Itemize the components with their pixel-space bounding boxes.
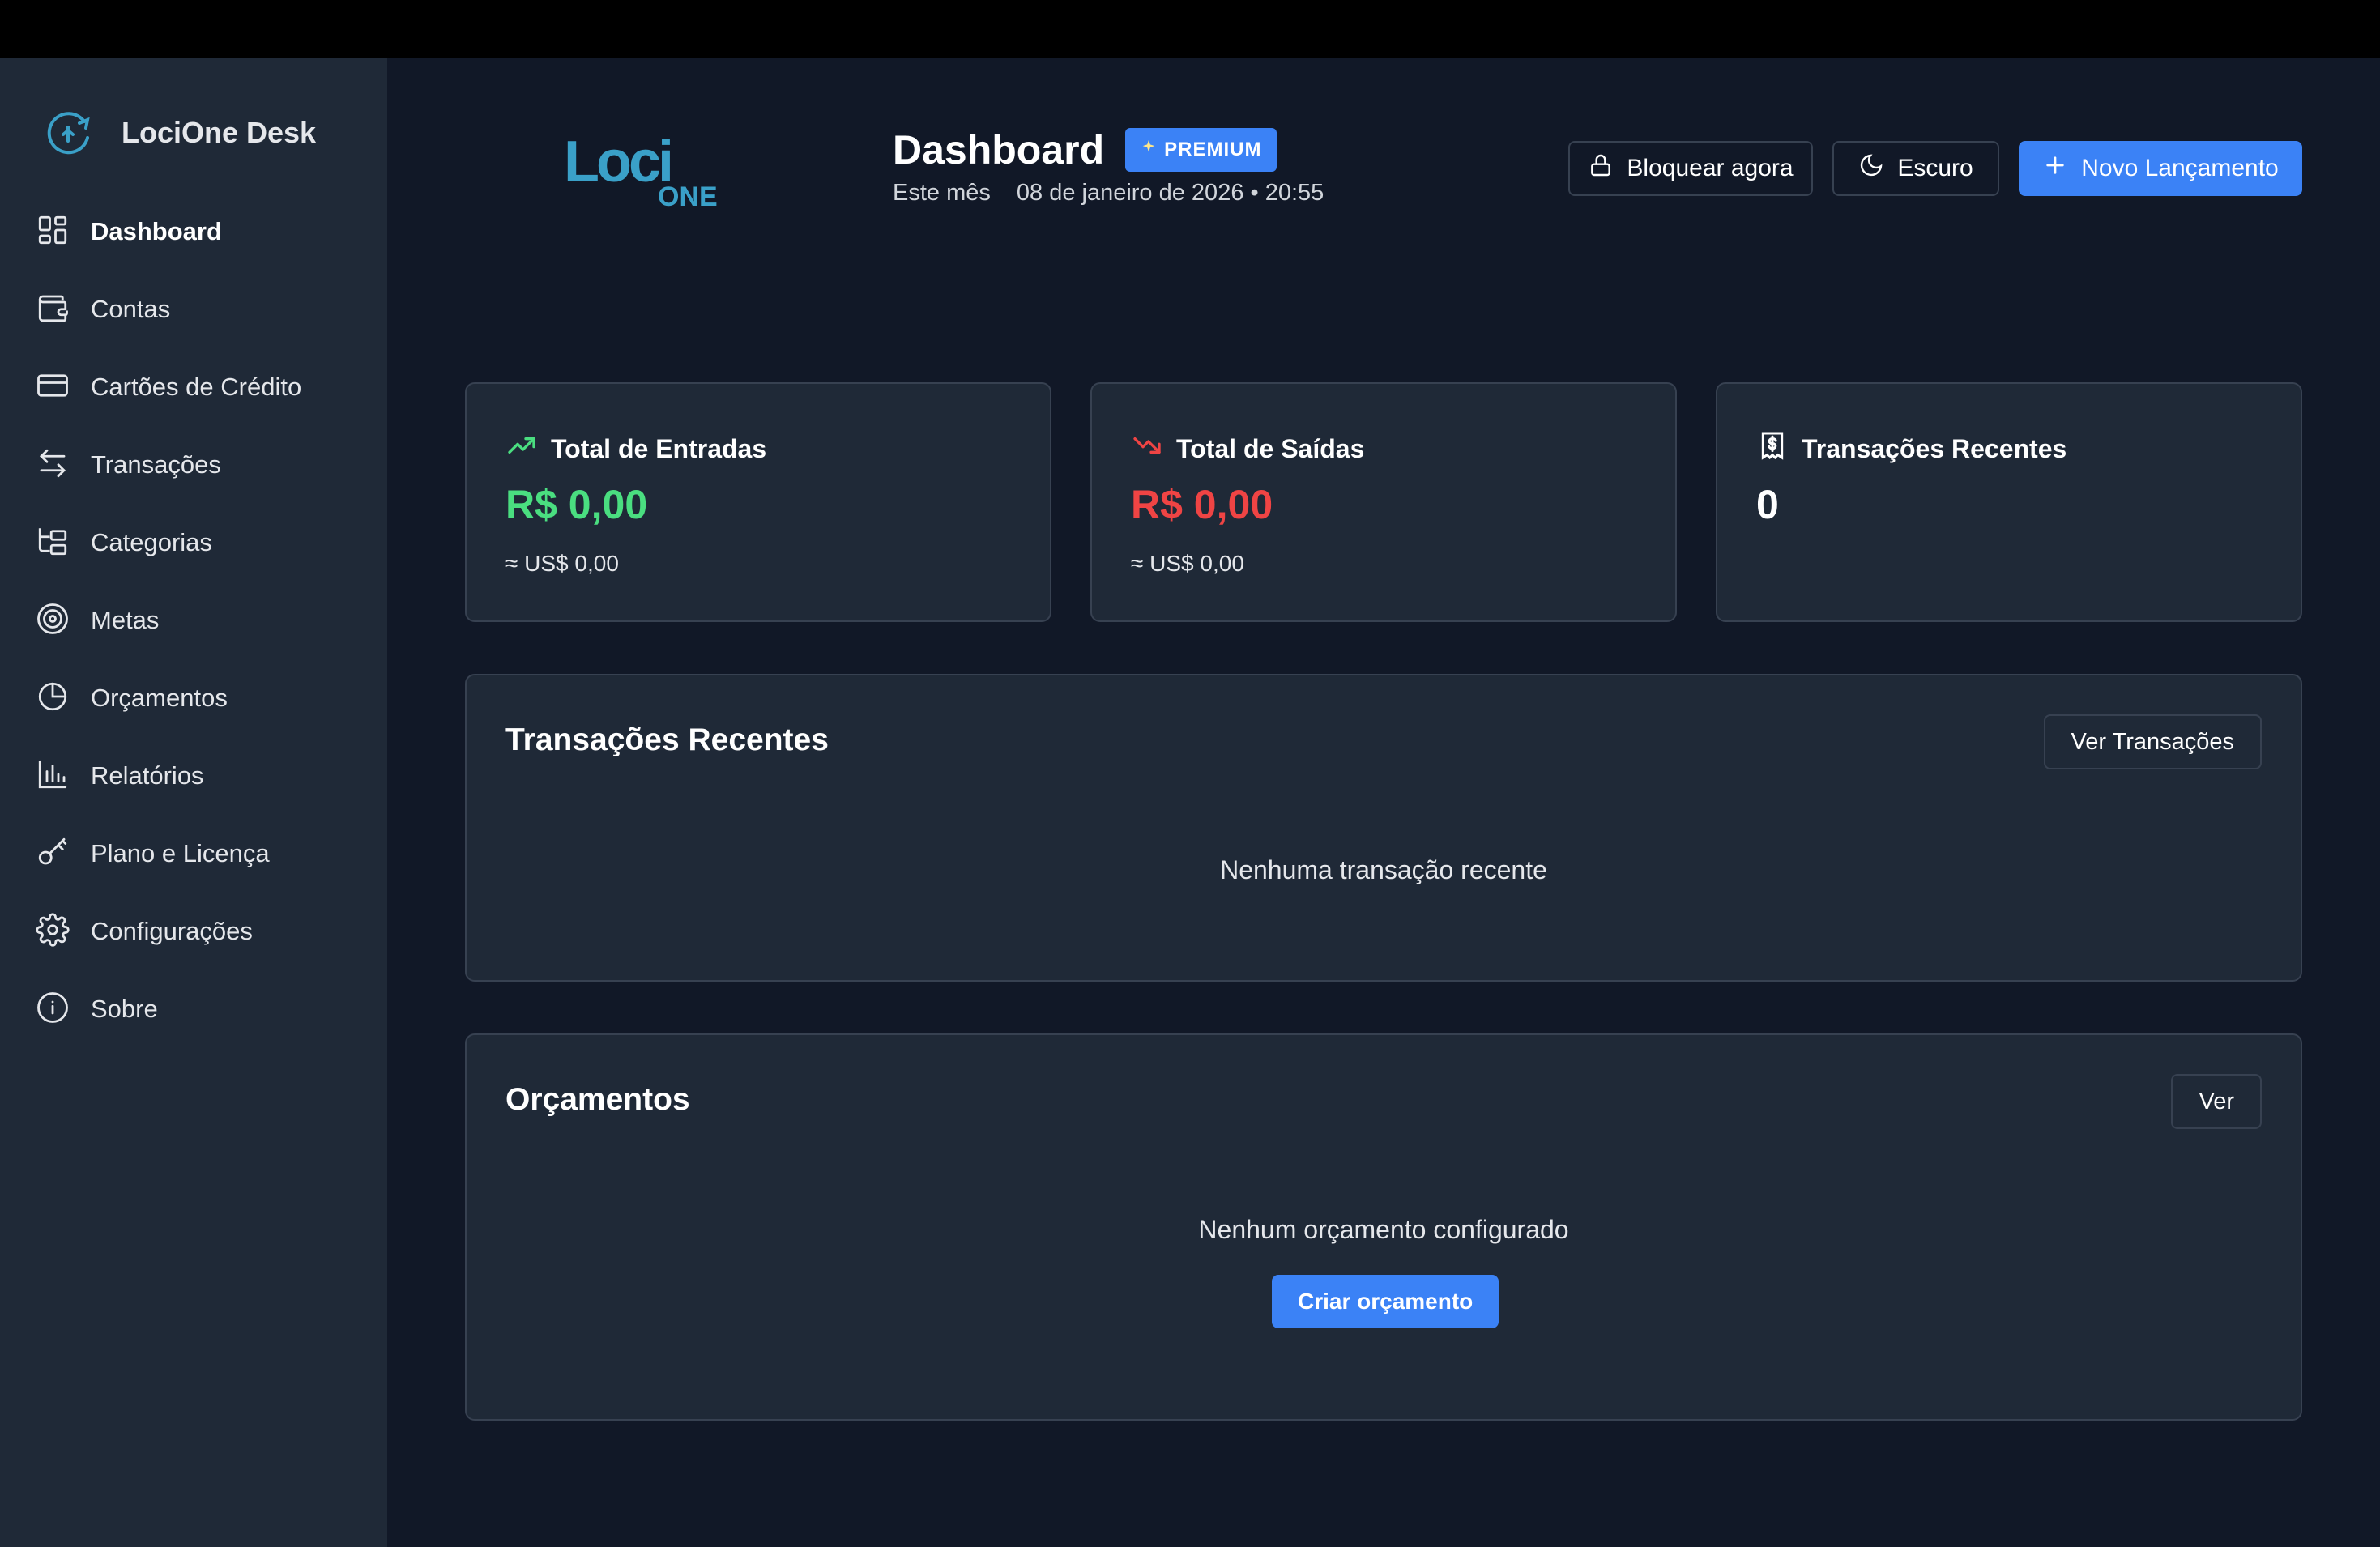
pie-chart-icon [36, 680, 70, 718]
sidebar-item-label: Relatórios [91, 761, 204, 790]
logo-text-bottom: ONE [658, 181, 718, 209]
receipt-icon [1756, 429, 1789, 468]
income-value: R$ 0,00 [505, 482, 648, 527]
budgets-title: Orçamentos [505, 1082, 690, 1117]
sidebar-item-label: Plano e Licença [91, 839, 270, 867]
credit-card-icon [36, 369, 70, 407]
view-budgets-button[interactable]: Ver [2171, 1074, 2262, 1129]
expense-card: Total de Saídas R$ 0,00 ≈ US$ 0,00 [1090, 382, 1677, 622]
loci-one-logo: Loci ONE [562, 128, 732, 212]
sidebar-item-orcamentos[interactable]: Orçamentos [36, 659, 376, 737]
income-card: Total de Entradas R$ 0,00 ≈ US$ 0,00 [465, 382, 1051, 622]
trending-down-icon [1131, 429, 1163, 468]
new-entry-label: Novo Lançamento [2081, 155, 2279, 181]
recent-transactions-section: Transações Recentes Ver Transações Nenhu… [465, 674, 2302, 982]
lock-icon [1588, 152, 1614, 185]
sidebar-item-sobre[interactable]: Sobre [36, 970, 376, 1048]
income-usd-value: ≈ US$ 0,00 [505, 551, 619, 576]
sidebar-item-label: Orçamentos [91, 684, 228, 712]
moon-icon [1858, 152, 1884, 185]
sidebar-item-metas[interactable]: Metas [36, 582, 376, 659]
app-brand[interactable]: LociOne Desk [44, 107, 316, 159]
lock-now-button[interactable]: Bloquear agora [1568, 141, 1813, 196]
new-entry-button[interactable]: Novo Lançamento [2019, 141, 2302, 196]
sidebar-item-cartoes[interactable]: Cartões de Crédito [36, 348, 376, 426]
key-icon [36, 835, 70, 873]
sidebar-item-label: Sobre [91, 995, 158, 1023]
recent-count-value: 0 [1756, 482, 1779, 527]
wallet-icon [36, 291, 70, 329]
sidebar-item-label: Dashboard [91, 217, 222, 245]
recent-count-title: Transações Recentes [1802, 433, 2067, 463]
app-logo-icon [44, 105, 96, 161]
budgets-section: Orçamentos Ver Nenhum orçamento configur… [465, 1033, 2302, 1421]
sidebar-item-relatorios[interactable]: Relatórios [36, 737, 376, 815]
page-header: Dashboard PREMIUM [893, 126, 1277, 173]
sidebar-item-configuracoes[interactable]: Configurações [36, 893, 376, 970]
budgets-empty: Nenhum orçamento configurado [1198, 1215, 1569, 1244]
income-card-title: Total de Entradas [551, 433, 767, 463]
sidebar-item-label: Metas [91, 606, 160, 634]
datetime-label: 08 de janeiro de 2026 • 20:55 [1016, 180, 1324, 206]
sidebar: LociOne Desk Dashboard Contas Cartões de… [0, 58, 387, 1547]
sidebar-item-plano[interactable]: Plano e Licença [36, 815, 376, 893]
sidebar-item-transacoes[interactable]: Transações [36, 426, 376, 504]
window-top-bar [0, 0, 2380, 58]
expense-card-header: Total de Saídas [1131, 429, 1364, 468]
theme-toggle-label: Escuro [1897, 155, 1973, 181]
period-label: Este mês [893, 180, 991, 206]
recent-count-card: Transações Recentes 0 [1716, 382, 2302, 622]
view-transactions-button[interactable]: Ver Transações [2043, 714, 2262, 769]
page-title: Dashboard [893, 127, 1105, 173]
sidebar-item-label: Contas [91, 295, 171, 323]
expense-usd-value: ≈ US$ 0,00 [1131, 551, 1244, 576]
income-card-header: Total de Entradas [505, 429, 766, 468]
premium-badge: PREMIUM [1125, 128, 1277, 172]
expense-value: R$ 0,00 [1131, 482, 1273, 527]
plus-icon [2042, 152, 2068, 185]
bar-chart-icon [36, 757, 70, 795]
categories-tree-icon [36, 524, 70, 562]
expense-card-title: Total de Saídas [1176, 433, 1365, 463]
info-icon [36, 991, 70, 1029]
sidebar-nav: Dashboard Contas Cartões de Crédito Tran… [36, 193, 376, 1048]
app-name: LociOne Desk [122, 116, 317, 149]
theme-toggle-button[interactable]: Escuro [1832, 141, 1999, 196]
transfer-arrows-icon [36, 446, 70, 484]
sidebar-item-label: Transações [91, 450, 221, 479]
sidebar-item-contas[interactable]: Contas [36, 271, 376, 348]
sidebar-item-label: Categorias [91, 528, 212, 556]
recent-transactions-title: Transações Recentes [505, 722, 829, 757]
trending-up-icon [505, 429, 538, 468]
sidebar-item-categorias[interactable]: Categorias [36, 504, 376, 582]
recent-transactions-empty: Nenhuma transação recente [1220, 855, 1547, 884]
gear-icon [36, 912, 70, 951]
create-budget-button[interactable]: Criar orçamento [1272, 1275, 1499, 1328]
sparkles-icon [1140, 139, 1158, 162]
logo-text-top: Loci [564, 130, 671, 194]
sidebar-item-label: Cartões de Crédito [91, 373, 302, 401]
sidebar-item-label: Configurações [91, 917, 253, 945]
recent-count-header: Transações Recentes [1756, 429, 2067, 468]
premium-badge-label: PREMIUM [1164, 139, 1262, 160]
dashboard-icon [36, 213, 70, 251]
target-icon [36, 602, 70, 640]
page-subtitle: Este mês 08 de janeiro de 2026 • 20:55 [893, 180, 1324, 207]
lock-now-label: Bloquear agora [1627, 155, 1794, 181]
sidebar-item-dashboard[interactable]: Dashboard [36, 193, 376, 271]
